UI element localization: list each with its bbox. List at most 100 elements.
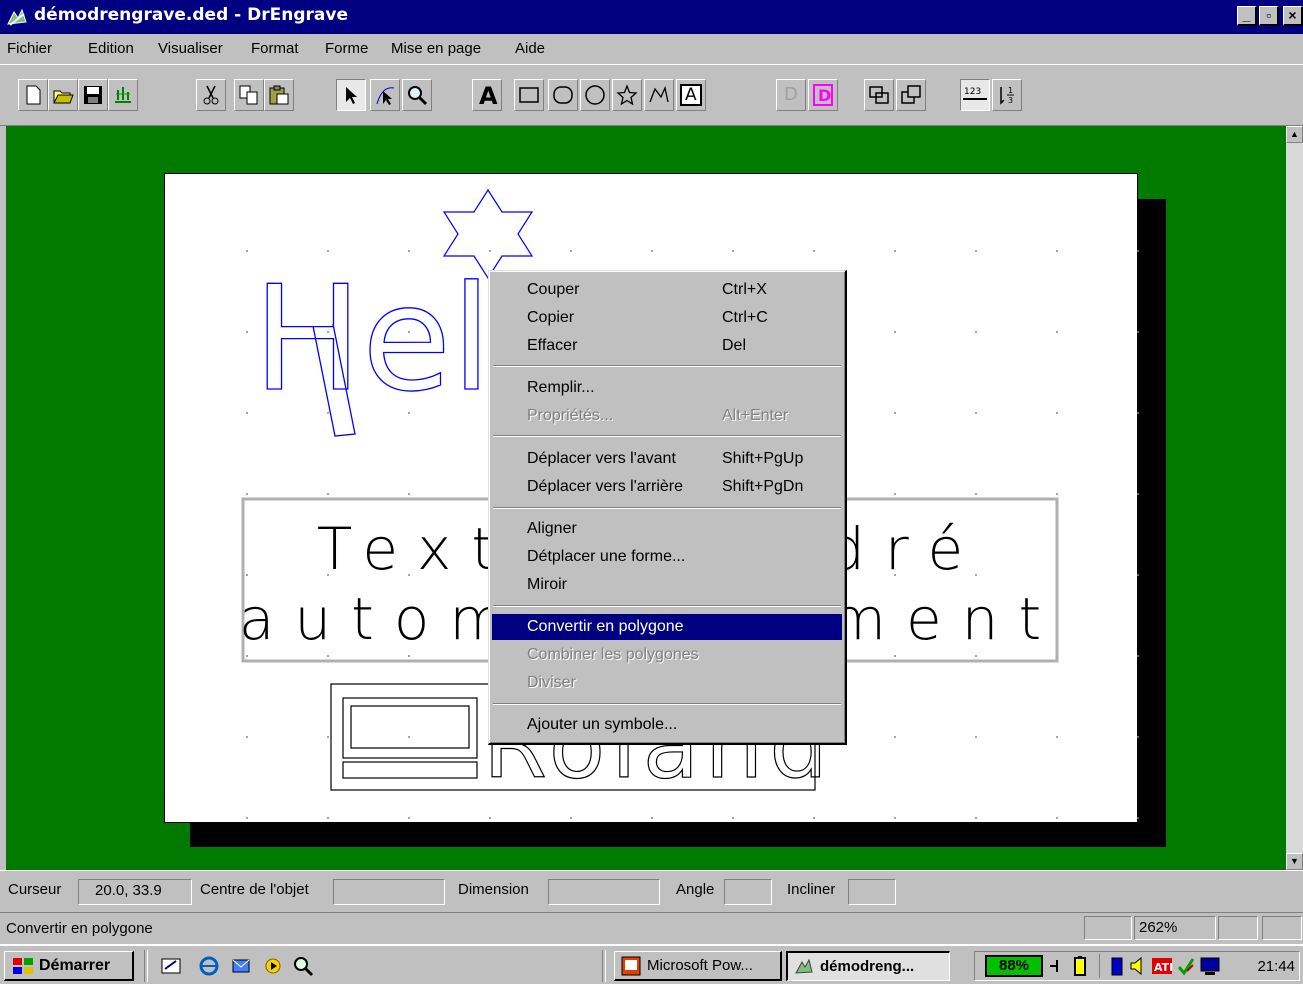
grid-dot [813, 817, 815, 819]
star-tool-button[interactable] [612, 79, 642, 111]
cut-icon [203, 85, 219, 105]
menu-item-detplacer-forme[interactable]: Détplacer une forme... [492, 544, 842, 570]
connection-check-icon[interactable] [1177, 955, 1195, 977]
menu-fichier[interactable]: Fichier [7, 40, 52, 57]
menu-item-aligner[interactable]: Aligner [492, 516, 842, 542]
magenta-d-button[interactable]: D [808, 79, 838, 111]
menu-item-shortcut: Ctrl+C [722, 309, 768, 326]
open-icon [53, 90, 74, 104]
clock[interactable]: 21:44 [1257, 958, 1295, 975]
grid-dot [327, 736, 329, 738]
task-powerpoint[interactable]: Microsoft Pow... [614, 951, 782, 981]
engrave-button[interactable] [108, 79, 138, 111]
ellipse-icon [585, 85, 605, 105]
menu-item-convertir-polygone[interactable]: Convertir en polygone [492, 614, 842, 640]
menu-visualiser[interactable]: Visualiser [158, 40, 223, 57]
task-label: démodreng... [820, 958, 915, 975]
menu-item-label: Convertir en polygone [527, 618, 684, 635]
polyline-tool-button[interactable] [644, 79, 674, 111]
minimize-icon: _ [1242, 7, 1251, 23]
ati-icon[interactable]: ATI [1151, 955, 1173, 977]
quicklaunch-ie-icon[interactable] [198, 955, 222, 979]
menu-item-combiner-polygones[interactable]: Combiner les polygones [492, 642, 842, 668]
grid-dot [1056, 412, 1058, 414]
menu-format[interactable]: Format [251, 40, 299, 57]
menu-item-proprietes[interactable]: Propriétés... Alt+Enter [492, 403, 842, 429]
new-button[interactable] [18, 79, 48, 111]
menu-item-shortcut: Del [722, 337, 747, 354]
scroll-down-arrow-icon[interactable]: ▼ [1286, 853, 1303, 870]
ungroup-button[interactable] [896, 79, 926, 111]
quicklaunch-search-icon[interactable] [292, 955, 316, 979]
battery-meter-icon[interactable] [1109, 955, 1125, 977]
ellipse-tool-button[interactable] [580, 79, 610, 111]
menu-forme[interactable]: Forme [325, 40, 368, 57]
node-edit-icon [376, 87, 395, 105]
svg-text:1: 1 [1008, 86, 1013, 95]
svg-text:3: 3 [1008, 96, 1013, 105]
quicklaunch-media-icon[interactable] [262, 955, 286, 979]
menu-item-effacer[interactable]: Effacer Del [492, 333, 842, 359]
numbering-button[interactable]: 123 [960, 79, 990, 111]
fraction-button[interactable]: 13 [992, 79, 1022, 111]
menu-item-label: Miroir [527, 576, 567, 593]
menu-edition[interactable]: Edition [88, 40, 134, 57]
scroll-up-arrow-icon[interactable]: ▲ [1286, 126, 1303, 143]
save-button[interactable] [78, 79, 108, 111]
status-panel-empty [1084, 916, 1132, 940]
copy-button[interactable] [234, 79, 264, 111]
grid-dot [975, 736, 977, 738]
taskbar-divider [144, 950, 148, 982]
menu-item-miroir[interactable]: Miroir [492, 572, 842, 598]
plug-icon[interactable] [1047, 955, 1065, 977]
battery-indicator[interactable]: 88% [985, 955, 1043, 977]
grid-dot [894, 817, 896, 819]
open-button[interactable] [48, 79, 78, 111]
polyline-icon [649, 85, 669, 103]
dimmed-d-button[interactable]: D [776, 79, 806, 111]
tray-divider [1099, 954, 1101, 978]
incline-value [848, 879, 896, 905]
select-tool-button[interactable] [336, 79, 366, 111]
battery-icon[interactable] [1071, 955, 1089, 977]
menu-item-copier[interactable]: Copier Ctrl+C [492, 305, 842, 331]
rectangle-tool-button[interactable] [514, 79, 544, 111]
menu-item-ajouter-symbole[interactable]: Ajouter un symbole... [492, 712, 842, 738]
node-edit-button[interactable] [370, 79, 400, 111]
numbering-glyph: 123 [964, 87, 982, 97]
system-tray: 88% ATI 21:44 [974, 951, 1300, 981]
angle-value [724, 879, 772, 905]
quicklaunch-outlook-icon[interactable] [230, 955, 254, 979]
speaker-icon[interactable] [1129, 955, 1147, 977]
menu-item-couper[interactable]: Couper Ctrl+X [492, 277, 842, 303]
grid-dot [489, 250, 491, 252]
menu-item-deplacer-arriere[interactable]: Déplacer vers l'arrière Shift+PgDn [492, 474, 842, 500]
logo-bar [342, 761, 478, 779]
menu-aide[interactable]: Aide [515, 40, 545, 57]
framed-text-tool-button[interactable]: A [676, 79, 706, 111]
grid-dot [1056, 493, 1058, 495]
maximize-button[interactable]: ▫ [1259, 6, 1279, 26]
text-tool-button[interactable]: A [472, 79, 502, 111]
rounded-rect-tool-button[interactable] [548, 79, 578, 111]
monitor-icon[interactable] [1199, 955, 1221, 977]
menu-item-remplir[interactable]: Remplir... [492, 375, 842, 401]
grid-dot [246, 412, 248, 414]
minimize-button[interactable]: _ [1237, 6, 1257, 26]
cut-button[interactable] [196, 79, 226, 111]
menu-mise-en-page[interactable]: Mise en page [391, 40, 481, 57]
group-button[interactable] [864, 79, 894, 111]
grid-dot [1137, 331, 1139, 333]
quicklaunch-desktop-icon[interactable] [160, 955, 184, 979]
vertical-scrollbar[interactable]: ▲ ▼ [1286, 126, 1303, 870]
start-button[interactable]: Démarrer [4, 951, 134, 981]
menu-item-label: Détplacer une forme... [527, 548, 686, 565]
close-button[interactable]: × [1283, 6, 1303, 26]
paste-button[interactable] [264, 79, 294, 111]
menu-item-deplacer-avant[interactable]: Déplacer vers l'avant Shift+PgUp [492, 446, 842, 472]
title-bar[interactable]: démodrengrave.ded - DrEngrave _ ▫ × [0, 0, 1303, 34]
framed-text-glyph: A [685, 85, 697, 105]
zoom-button[interactable] [402, 79, 432, 111]
menu-item-diviser[interactable]: Diviser [492, 670, 842, 696]
task-drengrave[interactable]: démodreng... [786, 951, 950, 981]
